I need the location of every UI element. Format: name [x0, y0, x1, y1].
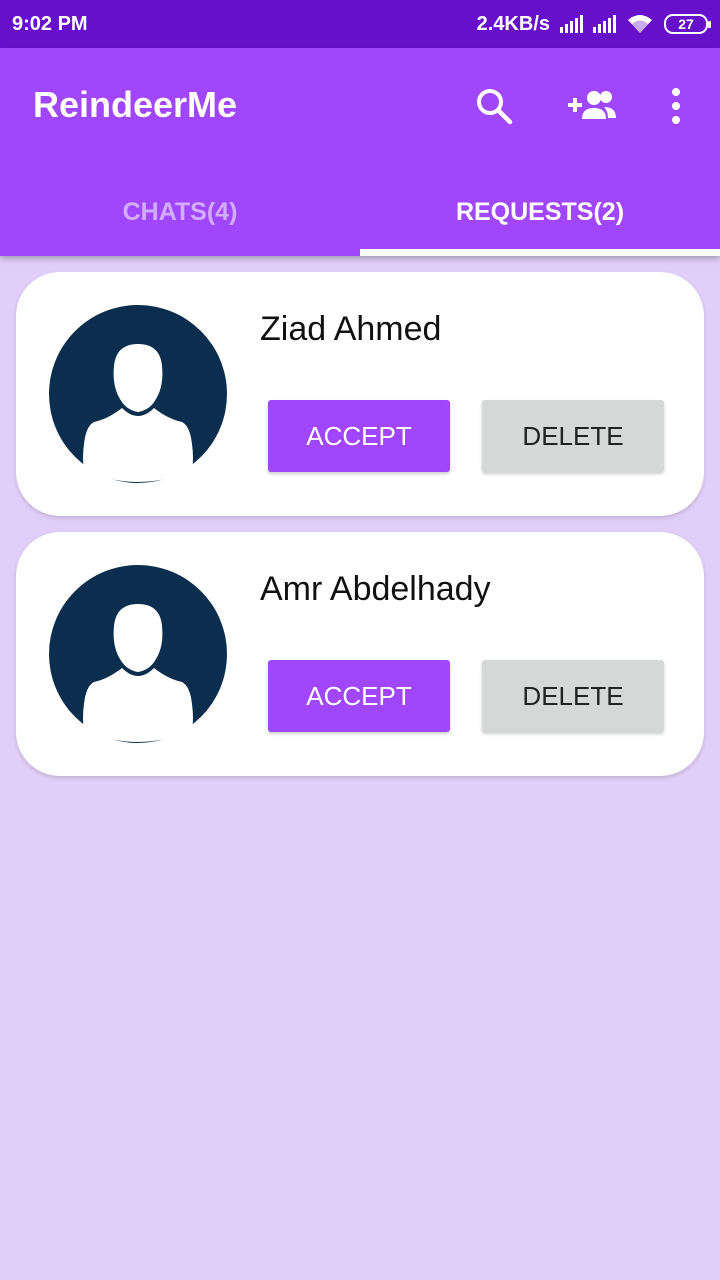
delete-button[interactable]: DELETE [482, 400, 664, 472]
tab-chats[interactable]: CHATS(4) [0, 168, 360, 256]
battery-level: 27 [678, 16, 694, 32]
requester-name: Amr Abdelhady [260, 570, 491, 608]
battery-icon: 27 [664, 14, 711, 34]
status-bar: 9:02 PM 2.4KB/s 27 [0, 0, 720, 48]
search-icon [477, 89, 513, 125]
add-friend-icon [568, 91, 616, 119]
search-button[interactable] [466, 78, 522, 134]
app-bar: ReindeerMe CHATS(4) REQUESTS(2) [0, 48, 720, 256]
status-time: 9:02 PM [12, 12, 88, 35]
avatar-icon [49, 565, 227, 743]
accept-button[interactable]: ACCEPT [268, 400, 450, 472]
request-card: Amr Abdelhady ACCEPT DELETE [16, 532, 704, 776]
more-options-button[interactable] [648, 78, 704, 134]
delete-button[interactable]: DELETE [482, 660, 664, 732]
accept-button[interactable]: ACCEPT [268, 660, 450, 732]
more-vert-icon [672, 88, 680, 124]
status-indicators: 2.4KB/s 27 [476, 12, 711, 36]
tab-bar: CHATS(4) REQUESTS(2) [0, 168, 720, 256]
app-title: ReindeerMe [33, 84, 238, 125]
signal-icon [593, 15, 616, 33]
request-card: Ziad Ahmed ACCEPT DELETE [16, 272, 704, 516]
network-speed: 2.4KB/s [476, 12, 550, 35]
signal-icon [560, 15, 583, 33]
tab-requests[interactable]: REQUESTS(2) [360, 168, 720, 256]
wifi-icon [628, 15, 652, 33]
add-friend-button[interactable] [564, 78, 620, 134]
avatar-icon [49, 305, 227, 483]
requester-name: Ziad Ahmed [260, 310, 442, 348]
